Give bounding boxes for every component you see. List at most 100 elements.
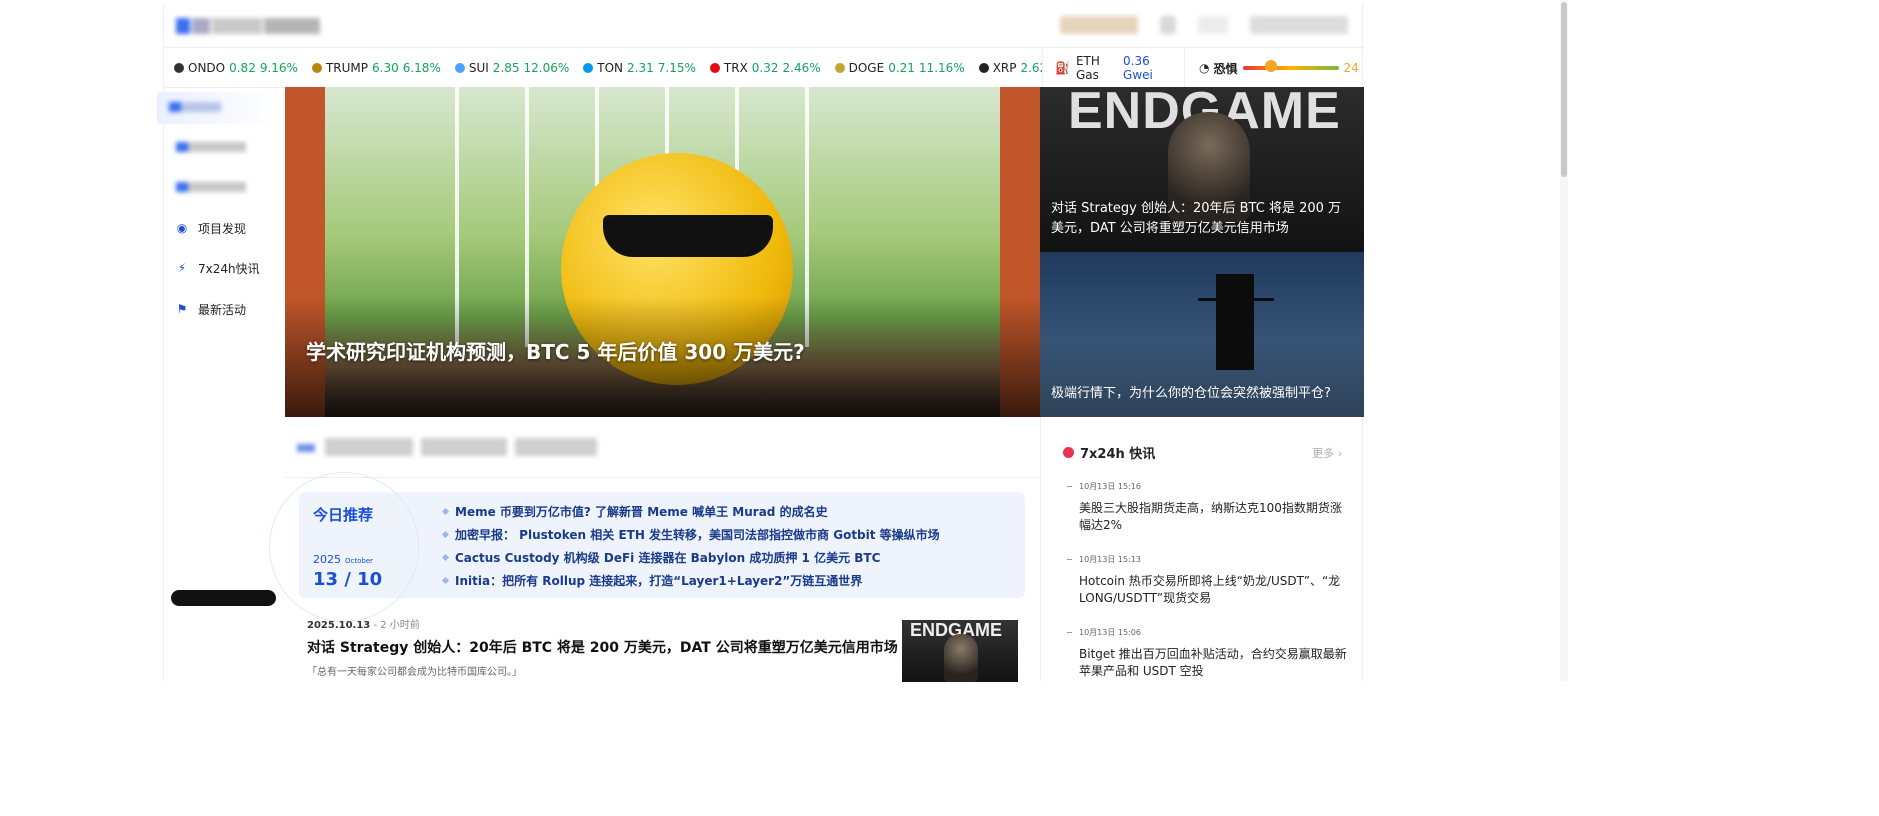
- coin-ticker-item[interactable]: ONDO 0.82 9.16%: [174, 61, 298, 75]
- sidebar-item-projects[interactable]: ◉ 项目发现: [164, 212, 284, 244]
- recommend-link[interactable]: Initia：把所有 Rollup 连接起来，打造“Layer1+Layer2”…: [443, 573, 940, 596]
- recommend-label: 今日推荐: [313, 506, 374, 524]
- coin-symbol: XRP: [992, 61, 1017, 75]
- flag-icon: ⚑: [176, 302, 188, 316]
- side-story-title[interactable]: 极端行情下，为什么你的仓位会突然被强制平仓?: [1051, 384, 1351, 404]
- news-time: 10月13日 15:16: [1067, 481, 1347, 492]
- gas-label: ETH Gas: [1075, 54, 1100, 82]
- xrp-icon: [978, 63, 989, 73]
- side-story-card[interactable]: 极端行情下，为什么你的仓位会突然被强制平仓?: [1040, 252, 1364, 417]
- recommend-month: October: [345, 557, 374, 565]
- news-time: 10月13日 15:13: [1067, 554, 1347, 565]
- recommend-link[interactable]: Cactus Custody 机构级 DeFi 连接器在 Babylon 成功质…: [443, 550, 940, 573]
- coin-price: 0.21: [888, 61, 915, 75]
- coin-ticker-item[interactable]: TON 2.31 7.15%: [583, 61, 696, 75]
- hero-title[interactable]: 学术研究印证机构预测，BTC 5 年后价值 300 万美元?: [306, 336, 805, 365]
- sunglasses-image: [603, 215, 773, 257]
- header-login[interactable]: [1250, 16, 1348, 34]
- today-recommend-panel: 今日推荐 2025 October 13 / 10 Meme 币要到万亿市值? 了…: [269, 472, 1025, 622]
- coin-change: 9.16%: [259, 61, 298, 75]
- sidebar-item-label: 7x24h快讯: [198, 261, 260, 276]
- gas-pump-icon: ⛽: [1055, 61, 1070, 75]
- news-time: 10月13日 15:06: [1067, 627, 1347, 638]
- coin-symbol: TRX: [723, 61, 748, 75]
- sidebar-item-label: 项目发现: [198, 221, 247, 236]
- coin-price: 2.62: [1020, 61, 1042, 75]
- coin-price: 2.31: [627, 61, 654, 75]
- news-item[interactable]: 10月13日 15:06 Bitget 推出百万回血补贴活动，合约交易赢取最新苹…: [1067, 627, 1347, 680]
- gauge-icon: ◔: [1199, 61, 1210, 75]
- news-item[interactable]: 10月13日 15:13 Hotcoin 热币交易所即将上线“奶龙/USDT”、…: [1067, 554, 1347, 607]
- header-icon[interactable]: [1198, 16, 1228, 34]
- page-scrollbar[interactable]: [1560, 0, 1568, 681]
- coin-price: 6.30: [372, 61, 399, 75]
- side-story-card[interactable]: ENDGAME 对话 Strategy 创始人：20年后 BTC 将是 200 …: [1040, 87, 1364, 252]
- news-text[interactable]: Bitget 推出百万回血补贴活动，合约交易赢取最新苹果产品和 USDT 空投: [1067, 646, 1347, 680]
- header-button[interactable]: [1060, 16, 1138, 34]
- sidebar-blurred-label: [176, 181, 246, 195]
- price-ticker-bar: ONDO 0.82 9.16% TRUMP 6.30 6.18% SUI 2.85 12.06%…: [164, 48, 1364, 88]
- hero-banner[interactable]: 学术研究印证机构预测，BTC 5 年后价值 300 万美元?: [285, 87, 1040, 417]
- gas-value: 0.36 Gwei: [1123, 54, 1153, 82]
- doge-icon: [834, 63, 845, 73]
- sidebar-item-columns[interactable]: [164, 172, 284, 204]
- scrollbar-thumb[interactable]: [1561, 2, 1567, 177]
- recommend-link[interactable]: Meme 币要到万亿市值? 了解新晋 Meme 喊单王 Murad 的成名史: [443, 504, 940, 527]
- coin-ticker-list: ONDO 0.82 9.16% TRUMP 6.30 6.18% SUI 2.85 12.06%…: [174, 48, 1042, 88]
- fear-greed-bar: [1242, 60, 1339, 72]
- sidebar-download-button[interactable]: [171, 590, 276, 606]
- article-time-ago: - 2 小时前: [370, 620, 420, 631]
- coin-change: 12.06%: [523, 61, 570, 75]
- eth-gas-widget[interactable]: ⛽ ETH Gas 0.36 Gwei: [1042, 48, 1185, 88]
- ton-icon: [583, 63, 594, 73]
- news-text[interactable]: Hotcoin 热币交易所即将上线“奶龙/USDT”、“龙LONG/USDTT”…: [1067, 573, 1347, 607]
- section-icon: [297, 444, 315, 452]
- coin-ticker-item[interactable]: TRUMP 6.30 6.18%: [311, 61, 441, 75]
- sidebar-blurred-label: [176, 141, 246, 155]
- sidebar-item-events[interactable]: ⚑ 最新活动: [164, 293, 284, 325]
- coin-price: 0.32: [751, 61, 779, 75]
- fear-greed-widget[interactable]: ◔ 恐惧 24: [1185, 48, 1364, 88]
- ondo-icon: [174, 63, 184, 73]
- section-tabs: [285, 417, 1040, 478]
- recommend-list: Meme 币要到万亿市值? 了解新晋 Meme 喊单王 Murad 的成名史 加…: [443, 504, 940, 596]
- trump-icon: [311, 63, 322, 73]
- coin-ticker-item[interactable]: SUI 2.85 12.06%: [454, 61, 570, 75]
- sidebar-item-flash[interactable]: ⚡ 7x24h快讯: [164, 252, 284, 284]
- coin-change: 2.46%: [782, 61, 821, 75]
- recommend-year: 2025 October: [313, 553, 374, 566]
- coin-ticker-item[interactable]: XRP2.629.59%: [978, 61, 1042, 75]
- more-link[interactable]: 更多 ›: [1312, 445, 1342, 461]
- fear-label: 恐惧: [1213, 61, 1238, 76]
- coin-symbol: DOGE: [848, 61, 885, 75]
- coin-ticker-item[interactable]: TRX 0.32 2.46%: [709, 61, 821, 75]
- coin-price: 0.82: [229, 61, 256, 75]
- side-story-title[interactable]: 对话 Strategy 创始人：20年后 BTC 将是 200 万美元，DAT …: [1051, 199, 1351, 239]
- flash-news-title: 7x24h 快讯: [1080, 447, 1156, 462]
- news-text[interactable]: 美股三大股指期货走高，纳斯达克100指数期货涨幅达2%: [1067, 500, 1347, 534]
- flash-news-panel: 7x24h 快讯 更多 › 10月13日 15:16 美股三大股指期货走高，纳斯…: [1040, 417, 1364, 681]
- section-tab-list[interactable]: [325, 438, 597, 456]
- fear-value: 24: [1343, 61, 1359, 75]
- story-image: [1216, 274, 1254, 370]
- header-icon[interactable]: [1160, 16, 1176, 34]
- live-dot-icon: [1063, 447, 1074, 458]
- flash-news-header: 7x24h 快讯: [1063, 443, 1155, 462]
- coin-symbol: ONDO: [188, 61, 226, 75]
- recommend-link[interactable]: 加密早报： Plustoken 相关 ETH 发生转移，美国司法部指控做市商 G…: [443, 527, 940, 550]
- coin-price: 2.85: [492, 61, 520, 75]
- top-header: [164, 4, 1364, 48]
- article-thumbnail[interactable]: ENDGAME: [902, 620, 1018, 682]
- sidebar-item-home[interactable]: [157, 92, 277, 124]
- trx-icon: [709, 63, 720, 73]
- coin-symbol: TRUMP: [325, 61, 368, 75]
- fear-indicator-icon: [1264, 60, 1277, 72]
- radar-icon: ◉: [176, 221, 188, 235]
- news-item[interactable]: 10月13日 15:16 美股三大股指期货走高，纳斯达克100指数期货涨幅达2%: [1067, 481, 1347, 534]
- site-logo[interactable]: [176, 18, 320, 36]
- coin-ticker-item[interactable]: DOGE 0.21 11.16%: [834, 61, 965, 75]
- coin-change: 11.16%: [918, 61, 965, 75]
- sui-icon: [454, 63, 465, 73]
- sidebar-item-news[interactable]: [164, 132, 284, 164]
- sidebar-item-label: 最新活动: [198, 302, 247, 317]
